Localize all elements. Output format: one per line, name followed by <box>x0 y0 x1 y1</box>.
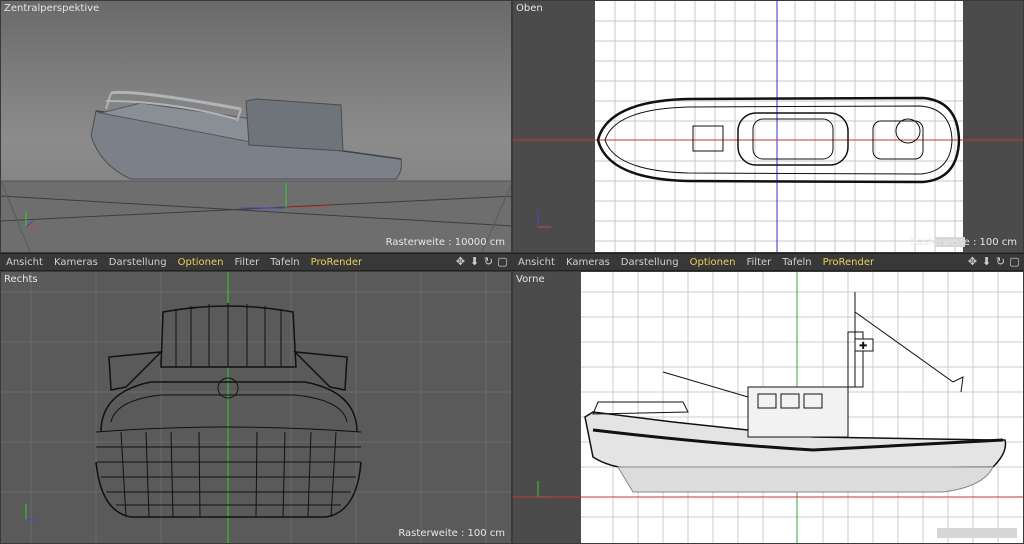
menu-ansicht[interactable]: Ansicht <box>6 257 43 268</box>
move-icon[interactable]: ✥ <box>455 255 466 268</box>
top-view-scene <box>513 1 1023 252</box>
svg-text:✚: ✚ <box>859 341 867 352</box>
grid-size-label: Rasterweite : 10000 cm <box>385 237 505 248</box>
menu-optionen[interactable]: Optionen <box>178 257 224 268</box>
menu-ansicht[interactable]: Ansicht <box>518 257 555 268</box>
menu-optionen[interactable]: Optionen <box>690 257 736 268</box>
viewport-title: Zentralperspektive <box>4 3 100 14</box>
grid-size-label: Rasterweite : 100 cm <box>910 237 1017 248</box>
menu-prorender[interactable]: ProRender <box>311 257 362 268</box>
menu-kameras[interactable]: Kameras <box>566 257 610 268</box>
viewport-title: Oben <box>516 3 543 14</box>
menu-tafeln[interactable]: Tafeln <box>270 257 299 268</box>
menu-filter[interactable]: Filter <box>746 257 771 268</box>
move-icon[interactable]: ✥ <box>967 255 978 268</box>
viewport-right[interactable]: Rechts Rasterweite: 100 cm <box>0 271 512 544</box>
rotate-icon[interactable]: ↻ <box>483 255 494 268</box>
viewport-front[interactable]: Vorne ✚ <box>512 271 1024 544</box>
hidden-label <box>937 528 1017 538</box>
maximize-icon[interactable]: ▢ <box>497 255 508 268</box>
maximize-icon[interactable]: ▢ <box>1009 255 1020 268</box>
right-view-scene <box>1 272 511 543</box>
viewport-title: Rechts <box>4 274 38 285</box>
rotate-icon[interactable]: ↻ <box>995 255 1006 268</box>
axis-gizmo <box>25 504 39 521</box>
axis-gizmo <box>537 481 551 498</box>
viewport-perspective[interactable]: Zentralperspektive Rasterweite : 10000 c… <box>0 0 512 253</box>
viewport-menubar-left: Ansicht Kameras Darstellung Optionen Fil… <box>0 253 512 271</box>
menu-filter[interactable]: Filter <box>234 257 259 268</box>
down-arrow-icon[interactable]: ⬇ <box>981 255 992 268</box>
menu-tafeln[interactable]: Tafeln <box>782 257 811 268</box>
menu-darstellung[interactable]: Darstellung <box>621 257 679 268</box>
axis-gizmo <box>537 211 551 228</box>
down-arrow-icon[interactable]: ⬇ <box>469 255 480 268</box>
menu-kameras[interactable]: Kameras <box>54 257 98 268</box>
grid-size-label: Rasterweite : 100 cm <box>398 528 505 539</box>
viewport-menubar-right: Ansicht Kameras Darstellung Optionen Fil… <box>512 253 1024 271</box>
viewport-top[interactable]: Oben Rasterweite: 100 cm <box>512 0 1024 253</box>
menu-prorender[interactable]: ProRender <box>823 257 874 268</box>
boat-model <box>90 90 402 180</box>
perspective-scene <box>1 90 511 252</box>
viewport-title: Vorne <box>516 274 545 285</box>
front-view-scene: ✚ <box>513 272 1023 543</box>
menu-darstellung[interactable]: Darstellung <box>109 257 167 268</box>
